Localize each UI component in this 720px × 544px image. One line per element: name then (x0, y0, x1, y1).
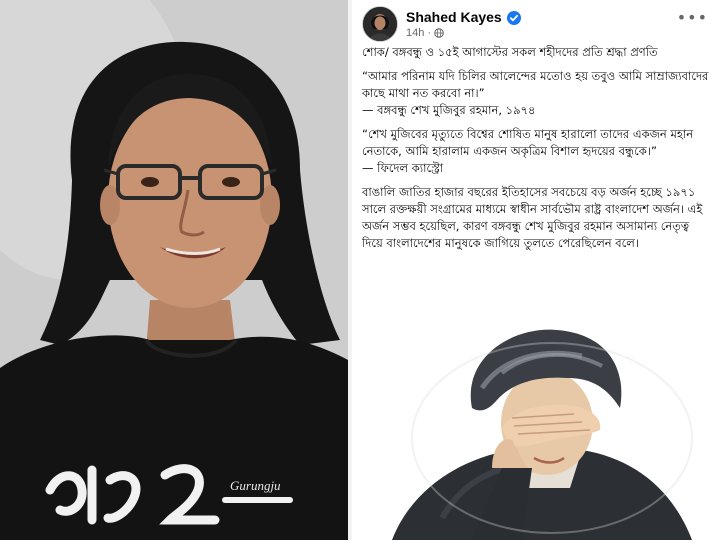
post-meta: 14h · (406, 27, 444, 39)
avatar-image (363, 7, 397, 41)
grief-illustration (352, 318, 720, 540)
grief-illustration-image (352, 318, 720, 540)
separator-dot: · (427, 27, 432, 39)
portrait-photo: Gurungju (0, 0, 348, 540)
post-header: Shahed Kayes 14h · ••• (362, 6, 712, 42)
quote-2: “শেখ মুজিবের মৃত্যুতে বিশ্বের শোষিত মানু… (362, 127, 694, 158)
author-name[interactable]: Shahed Kayes (406, 9, 502, 25)
post-main-paragraph: বাঙালি জাতির হাজার বছরের ইতিহাসের সবচেয়… (362, 185, 703, 250)
author-avatar[interactable] (362, 6, 398, 42)
post-intro: শোক/ বঙ্গবন্ধু ও ১৫ই আগাস্টের সকল শহীদদে… (362, 45, 658, 59)
quote-1: “আমার পরিনাম যদি চিলির আলেন্দের মতোও হয়… (362, 69, 709, 100)
verified-badge-icon (506, 10, 521, 25)
portrait-illustration: Gurungju (0, 0, 348, 540)
more-options-icon[interactable]: ••• (677, 8, 708, 27)
quote-1-attribution: — বঙ্গবন্ধু শেখ মুজিবুর রহমান, ১৯৭৪ (362, 103, 536, 117)
post-time[interactable]: 14h (406, 27, 424, 39)
post-text: শোক/ বঙ্গবন্ধু ও ১৫ই আগাস্টের সকল শহীদদে… (362, 44, 712, 259)
quote-2-attribution: — ফিদেল ক্যাস্ট্রো (362, 161, 444, 175)
globe-icon[interactable] (434, 28, 444, 38)
shirt-text: Gurungju (230, 478, 281, 493)
